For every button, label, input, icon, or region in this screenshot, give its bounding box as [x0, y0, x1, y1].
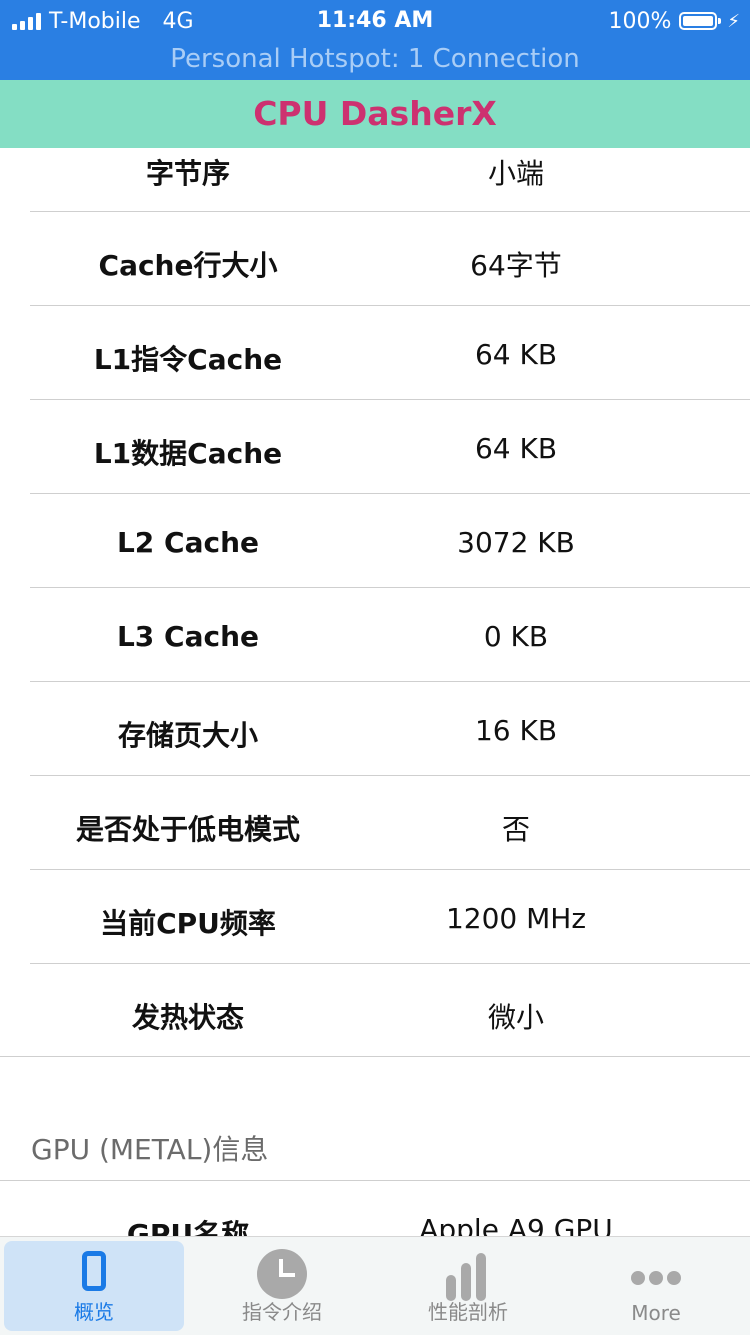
info-value: Apple A9 GPU [419, 1213, 613, 1236]
info-row: L3 Cache 0 KB [0, 588, 750, 682]
info-list[interactable]: 字节序 小端 Cache行大小 64字节 L1指令Cache 64 KB L1数… [0, 148, 750, 1236]
info-row: 是否处于低电模式 否 [0, 776, 750, 870]
info-value: 0 KB [483, 620, 549, 653]
info-value: 64 KB [474, 338, 558, 371]
info-label: L2 Cache [116, 526, 260, 559]
info-value: 微小 [487, 1001, 544, 1034]
info-value: 64字节 [470, 249, 562, 282]
tab-profiling[interactable]: 性能剖析 [378, 1241, 558, 1331]
info-label: L1指令Cache [93, 343, 283, 376]
charging-icon: ⚡ [727, 10, 740, 32]
info-value: 3072 KB [457, 526, 575, 559]
info-label: L1数据Cache [93, 437, 283, 470]
info-row: L1数据Cache 64 KB [0, 400, 750, 494]
info-label: 发热状态 [131, 1001, 244, 1034]
tab-label: 指令介绍 [242, 1300, 322, 1324]
status-right: 100% ⚡ [608, 6, 740, 36]
info-value: 否 [501, 813, 530, 846]
hotspot-banner[interactable]: Personal Hotspot: 1 Connection [0, 42, 750, 76]
tab-instructions[interactable]: 指令介绍 [192, 1241, 372, 1331]
info-label: 字节序 [145, 157, 230, 190]
info-row: L1指令Cache 64 KB [0, 306, 750, 400]
info-value: 64 KB [474, 432, 558, 465]
battery-percent: 100% [608, 8, 672, 34]
bar-chart-icon [446, 1253, 490, 1301]
info-label: 存储页大小 [117, 719, 258, 752]
info-label: 是否处于低电模式 [75, 813, 300, 846]
info-value: 16 KB [474, 714, 558, 747]
status-bar: T-Mobile 4G 11:46 AM 100% ⚡ Personal Hot… [0, 0, 750, 80]
info-row: GPU名称 Apple A9 GPU [0, 1181, 750, 1236]
info-label: L3 Cache [116, 620, 260, 653]
info-label: Cache行大小 [98, 249, 278, 282]
tab-overview[interactable]: 概览 [4, 1241, 184, 1331]
tab-label: 性能剖析 [428, 1300, 508, 1324]
app-title: CPU DasherX [253, 94, 497, 133]
clock-icon [257, 1249, 307, 1299]
info-value: 小端 [487, 157, 544, 190]
info-row: 字节序 小端 [0, 148, 750, 212]
section-divider [0, 1056, 750, 1057]
info-row: 发热状态 微小 [0, 964, 750, 1058]
info-row: Cache行大小 64字节 [0, 212, 750, 306]
battery-icon [679, 12, 722, 30]
info-label: 当前CPU频率 [100, 907, 276, 940]
gpu-section-header: GPU (METAL)信息 [31, 1133, 269, 1166]
navigation-bar: CPU DasherX [0, 80, 750, 148]
info-row: 当前CPU频率 1200 MHz [0, 870, 750, 964]
tab-bar: 概览 指令介绍 性能剖析 More [0, 1236, 750, 1335]
tab-more[interactable]: More [566, 1241, 746, 1331]
info-row: L2 Cache 3072 KB [0, 494, 750, 588]
phone-icon [82, 1251, 106, 1291]
info-value: 1200 MHz [445, 902, 587, 935]
tab-label: 概览 [74, 1300, 114, 1324]
more-dots-icon [631, 1271, 681, 1285]
tab-label: More [631, 1301, 681, 1325]
info-row: 存储页大小 16 KB [0, 682, 750, 776]
info-label: GPU名称 [126, 1218, 250, 1236]
